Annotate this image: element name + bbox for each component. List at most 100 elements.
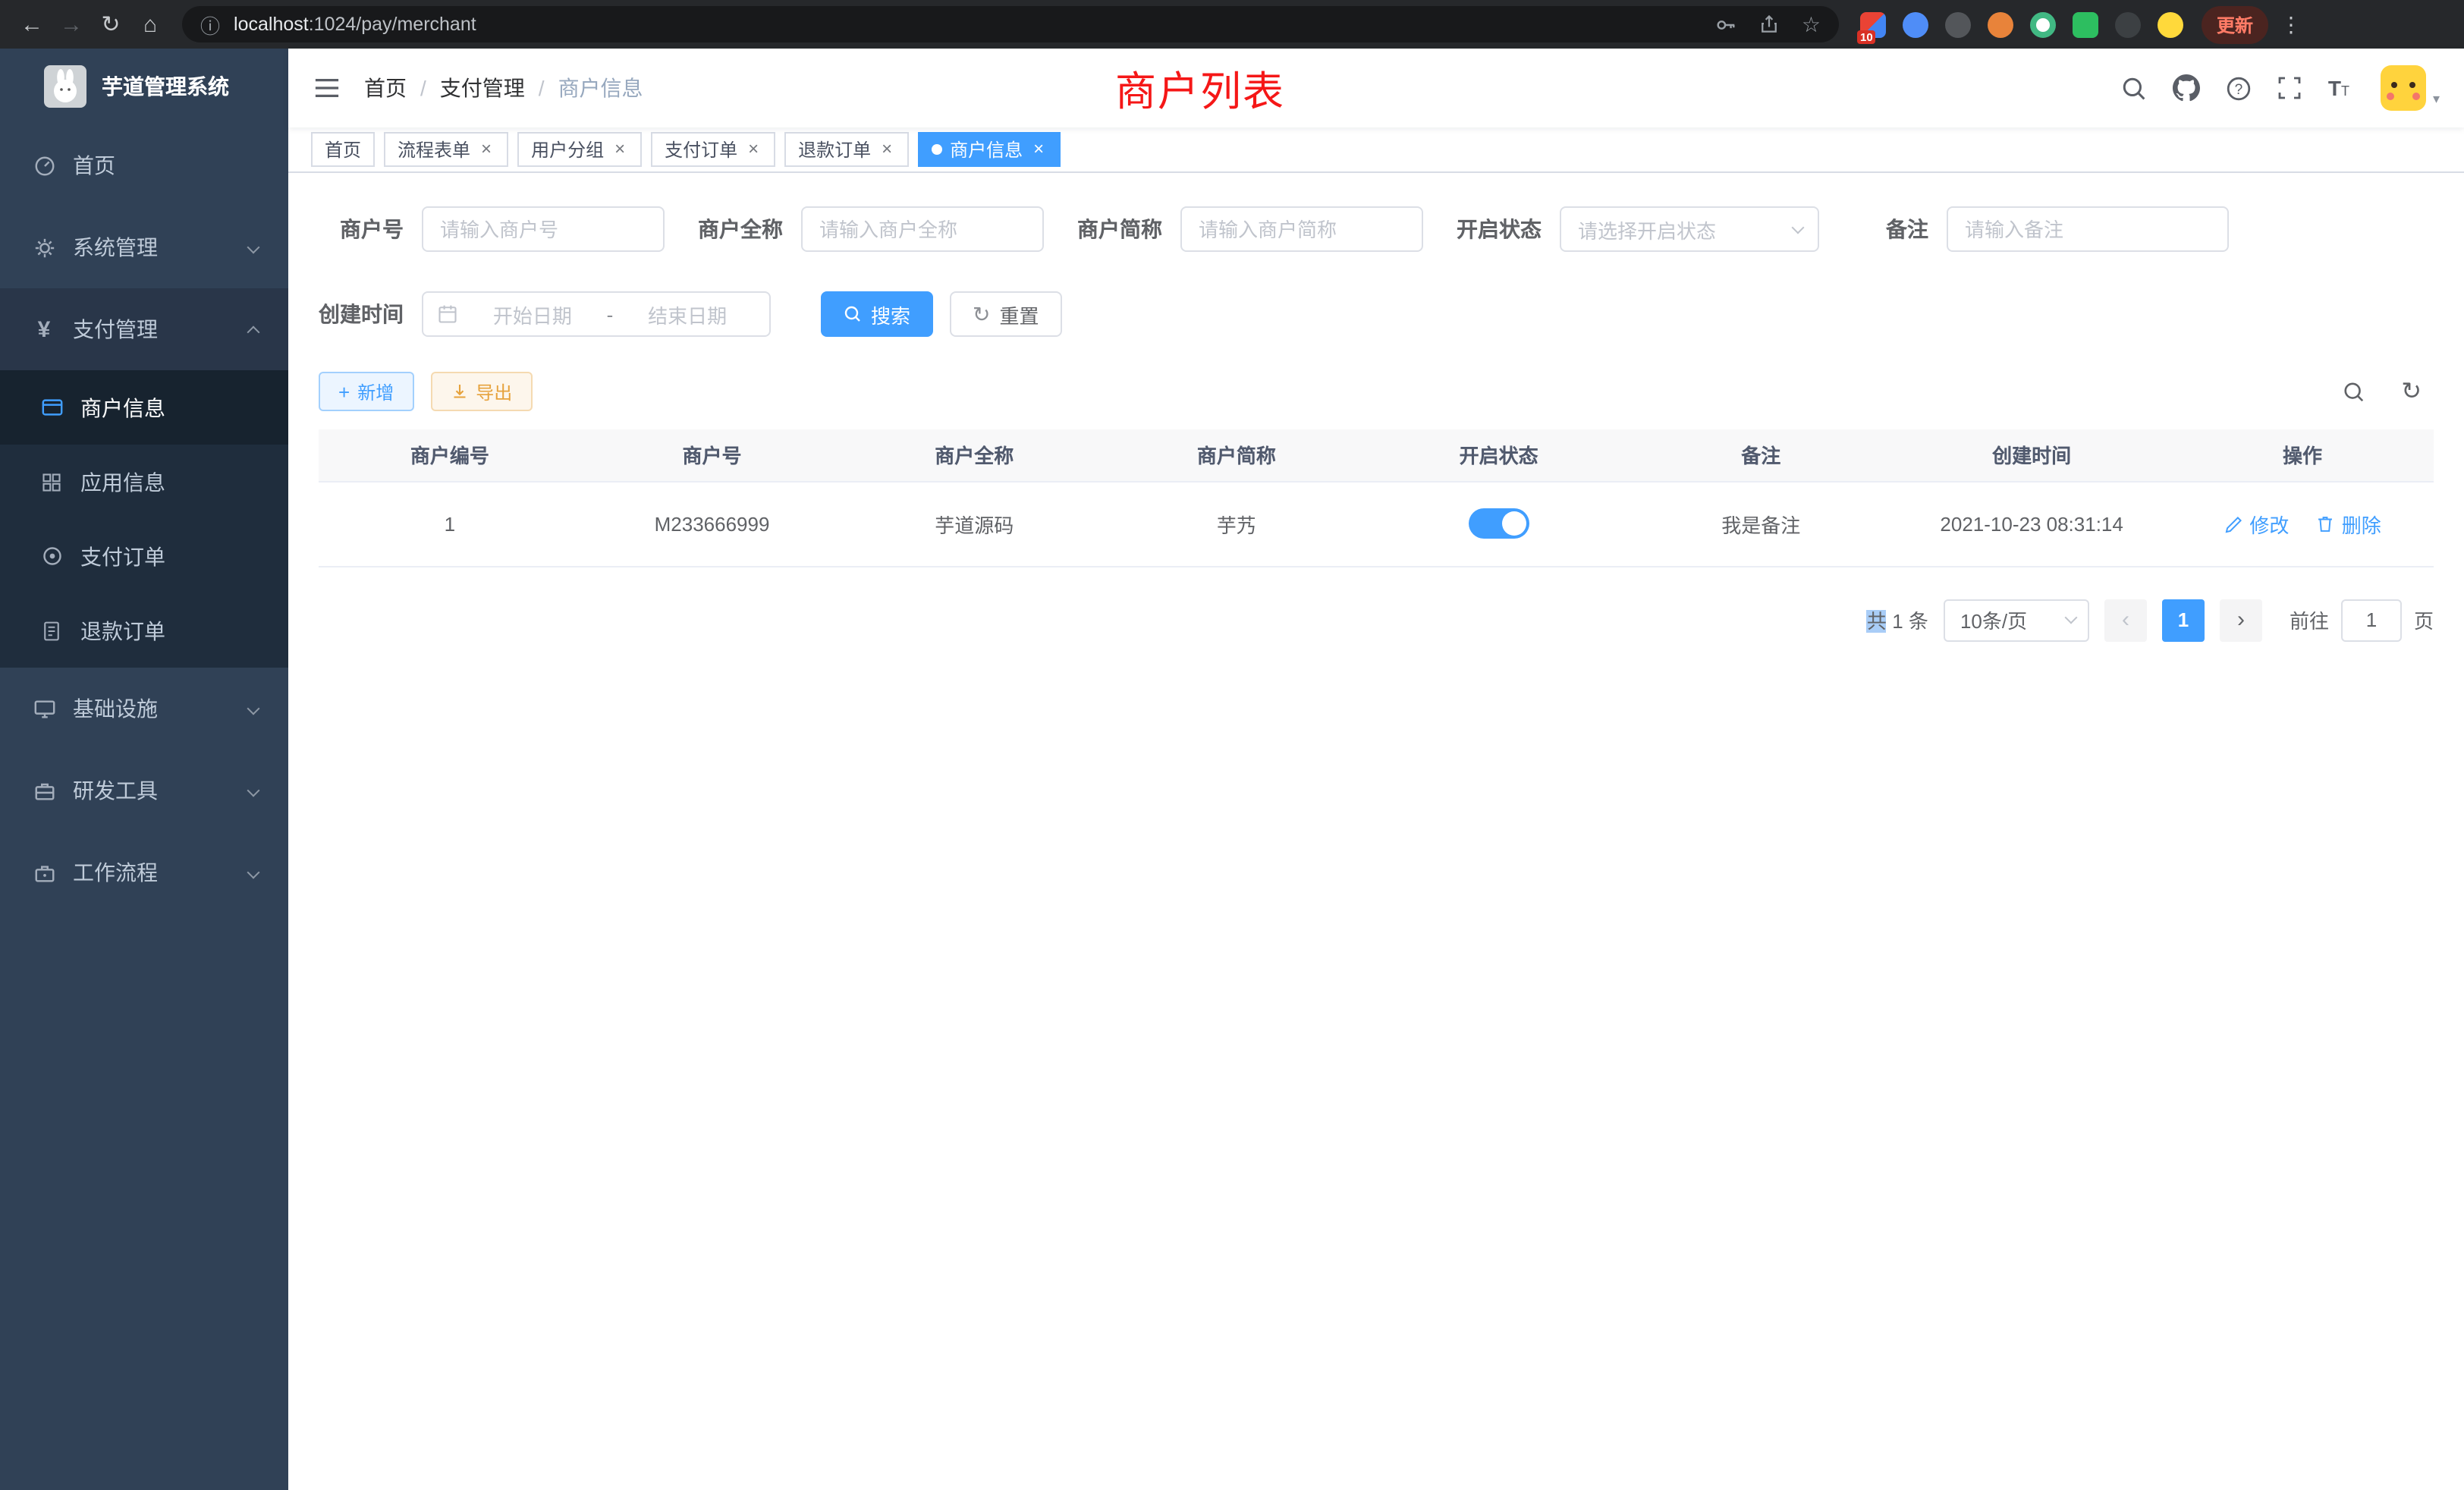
chevron-down-icon xyxy=(247,784,260,797)
sidebar-item-home[interactable]: 首页 xyxy=(0,124,288,206)
close-icon[interactable]: × xyxy=(478,141,495,158)
add-button[interactable]: + 新增 xyxy=(319,372,413,411)
breadcrumb: 首页 / 支付管理 / 商户信息 xyxy=(364,73,643,103)
user-menu[interactable]: ▾ xyxy=(2381,65,2440,111)
browser-update-button[interactable]: 更新 xyxy=(2202,5,2268,43)
target-icon xyxy=(39,545,64,567)
font-size-icon[interactable]: TT xyxy=(2328,76,2349,100)
sidebar-item-payment[interactable]: ¥ 支付管理 xyxy=(0,288,288,370)
sidebar-item-merchant-info[interactable]: 商户信息 xyxy=(0,370,288,445)
back-button[interactable]: ← xyxy=(12,11,52,37)
table-toolbar: + 新增 导出 ↻ xyxy=(319,372,2434,411)
browser-menu-icon[interactable]: ⋮ xyxy=(2280,11,2302,37)
merchant-no-input[interactable] xyxy=(422,206,665,252)
sidebar-item-pay-order[interactable]: 支付订单 xyxy=(0,519,288,593)
address-bar[interactable]: ⓘ localhost:1024/pay/merchant ☆ xyxy=(182,6,1839,42)
tab-process-form[interactable]: 流程表单 × xyxy=(384,132,508,167)
table-row: 1 M233666999 芋道源码 芋艿 我是备注 2021-10-23 08:… xyxy=(319,481,2434,566)
home-button[interactable]: ⌂ xyxy=(130,11,170,37)
column-header-actions: 操作 xyxy=(2171,429,2434,481)
share-icon[interactable] xyxy=(1759,14,1780,35)
extension-emoji-icon[interactable] xyxy=(2158,11,2183,37)
remark-label: 备注 xyxy=(1886,214,1928,244)
sidebar-menu: 首页 系统管理 ¥ 支付管理 xyxy=(0,124,288,913)
short-name-input[interactable] xyxy=(1180,206,1423,252)
extension-avatar-icon[interactable] xyxy=(1988,11,2013,37)
close-icon[interactable]: × xyxy=(1030,141,1047,158)
next-page-button[interactable]: › xyxy=(2220,599,2262,641)
site-info-icon[interactable]: ⓘ xyxy=(200,10,220,39)
end-date-input[interactable]: 结束日期 xyxy=(619,300,756,328)
extensions-puzzle-icon[interactable]: 10 xyxy=(1860,11,1886,37)
reload-button[interactable]: ↻ xyxy=(91,11,130,38)
sidebar-item-infra[interactable]: 基础设施 xyxy=(0,668,288,750)
fullscreen-icon[interactable] xyxy=(2278,76,2302,100)
edit-button[interactable]: 修改 xyxy=(2224,509,2289,538)
tab-pay-order[interactable]: 支付订单 × xyxy=(651,132,775,167)
document-icon xyxy=(39,620,64,641)
reset-button[interactable]: ↻ 重置 xyxy=(950,291,1062,337)
toolbox-icon xyxy=(32,779,56,802)
search-icon xyxy=(844,305,862,323)
screen: ← → ↻ ⌂ ⓘ localhost:1024/pay/merchant ☆ … xyxy=(0,0,2464,1490)
goto-page-input[interactable] xyxy=(2341,599,2402,641)
tab-refund-order[interactable]: 退款订单 × xyxy=(784,132,909,167)
extension-vue-icon[interactable] xyxy=(2030,11,2056,37)
remark-input[interactable] xyxy=(1947,206,2229,252)
full-name-input[interactable] xyxy=(801,206,1044,252)
extension-drop-icon[interactable] xyxy=(1903,11,1928,37)
toggle-search-icon[interactable] xyxy=(2342,380,2365,403)
breadcrumb-payment[interactable]: 支付管理 xyxy=(440,73,525,103)
search-icon[interactable] xyxy=(2122,75,2148,101)
extension-dark-icon[interactable] xyxy=(1945,11,1971,37)
sidebar-item-system[interactable]: 系统管理 xyxy=(0,206,288,288)
sidebar-item-devtools[interactable]: 研发工具 xyxy=(0,750,288,831)
extension-badge: 10 xyxy=(1857,30,1876,43)
sidebar-item-refund-order[interactable]: 退款订单 xyxy=(0,593,288,668)
goto-label: 前往 xyxy=(2290,605,2329,634)
yen-icon: ¥ xyxy=(32,316,56,342)
help-icon[interactable]: ? xyxy=(2227,75,2252,101)
export-button[interactable]: 导出 xyxy=(430,372,532,411)
close-icon[interactable]: × xyxy=(745,141,762,158)
pagination-total: 共 1 条 xyxy=(1867,605,1928,634)
sidebar-item-workflow[interactable]: 工作流程 xyxy=(0,831,288,913)
breadcrumb-home[interactable]: 首页 xyxy=(364,73,407,103)
svg-text:?: ? xyxy=(2235,81,2243,97)
delete-button[interactable]: 删除 xyxy=(2316,509,2381,538)
page-1-button[interactable]: 1 xyxy=(2162,599,2205,641)
merchant-no-cell: M233666999 xyxy=(581,481,844,566)
sidebar-fold-icon[interactable] xyxy=(314,77,340,99)
refresh-table-icon[interactable]: ↻ xyxy=(2401,376,2422,407)
sidebar-item-label: 应用信息 xyxy=(80,467,165,497)
date-range-picker[interactable]: 开始日期 - 结束日期 xyxy=(422,291,771,337)
extension-notes-icon[interactable] xyxy=(2073,11,2098,37)
forward-button[interactable]: → xyxy=(52,11,91,37)
tab-merchant-info[interactable]: 商户信息 × xyxy=(918,132,1061,167)
start-date-input[interactable]: 开始日期 xyxy=(464,300,601,328)
bookmark-star-icon[interactable]: ☆ xyxy=(1802,11,1821,37)
avatar[interactable] xyxy=(2381,65,2427,111)
tab-user-group[interactable]: 用户分组 × xyxy=(517,132,642,167)
caret-down-icon: ▾ xyxy=(2433,91,2440,111)
download-icon xyxy=(450,382,468,401)
briefcase-icon xyxy=(32,861,56,884)
short-name-cell: 芋艿 xyxy=(1105,481,1368,566)
browser-chrome: ← → ↻ ⌂ ⓘ localhost:1024/pay/merchant ☆ … xyxy=(0,0,2464,49)
tab-home[interactable]: 首页 xyxy=(311,132,375,167)
column-header-merchant-no: 商户号 xyxy=(581,429,844,481)
github-icon[interactable] xyxy=(2173,74,2201,102)
status-select[interactable]: 请选择开启状态 xyxy=(1560,206,1819,252)
sidebar-item-app-info[interactable]: 应用信息 xyxy=(0,445,288,519)
close-icon[interactable]: × xyxy=(878,141,895,158)
actions-cell: 修改 删除 xyxy=(2171,481,2434,566)
password-key-icon[interactable] xyxy=(1715,13,1738,36)
status-toggle[interactable] xyxy=(1469,508,1529,539)
prev-page-button[interactable]: ‹ xyxy=(2104,599,2147,641)
page-size-select[interactable]: 10条/页 xyxy=(1944,599,2089,641)
tags-view-bar: 首页 流程表单 × 用户分组 × 支付订单 × 退款订单 × xyxy=(288,127,2464,173)
search-button[interactable]: 搜索 xyxy=(821,291,933,337)
extension-puzzle2-icon[interactable] xyxy=(2115,11,2141,37)
column-header-short-name: 商户简称 xyxy=(1105,429,1368,481)
close-icon[interactable]: × xyxy=(611,141,628,158)
